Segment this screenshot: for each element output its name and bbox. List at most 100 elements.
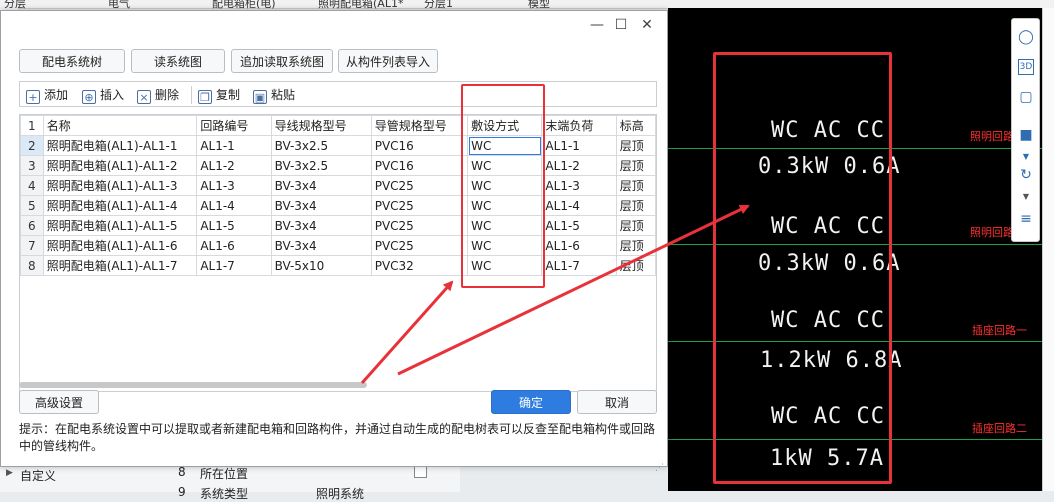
ok-button[interactable]: 确定 — [491, 390, 571, 414]
maximize-icon[interactable]: ☐ — [613, 17, 629, 33]
bg-row-num: 9 — [178, 485, 186, 499]
add-button[interactable]: + 添加 — [26, 86, 68, 104]
delete-icon: × — [137, 90, 151, 104]
insert-button[interactable]: ⊕ 插入 — [82, 86, 124, 104]
table-cell[interactable]: 层顶 — [615, 215, 656, 236]
chevron-down-icon[interactable]: ▼ — [1018, 149, 1034, 165]
copy-button[interactable]: ❐ 复制 — [198, 86, 240, 104]
bg-row-label: 所在位置 — [200, 467, 249, 481]
distribution-tree-button[interactable]: 配电系统树 — [19, 49, 125, 73]
table-horizontal-scrollbar[interactable] — [19, 382, 367, 388]
table-cell[interactable]: 照明配电箱(AL1)-AL1-6 — [42, 235, 198, 256]
table-cell[interactable]: BV-3x4 — [270, 215, 372, 236]
insert-icon: ⊕ — [82, 90, 96, 104]
column-header[interactable]: 回路编号 — [196, 115, 272, 136]
table-row[interactable]: 4 照明配电箱(AL1)-AL1-3 AL1-3 BV-3x4 PVC25 WC AL1-3… — [20, 175, 656, 196]
resize-grip-icon[interactable]: ⋰ — [655, 463, 665, 473]
hint-text: 提示：在配电系统设置中可以提取或者新建配电箱和回路构件，并通过自动生成的配电树表… — [19, 422, 656, 453]
table-cell[interactable]: AL1-6 — [196, 235, 272, 256]
row-number[interactable]: 3 — [20, 155, 44, 176]
column-header[interactable]: 名称 — [42, 115, 198, 136]
table-cell[interactable]: PVC25 — [370, 235, 469, 256]
table-cell[interactable]: AL1-1 — [196, 135, 272, 156]
table-cell[interactable]: AL1-3 — [541, 175, 617, 196]
table-cell[interactable]: 层顶 — [615, 135, 656, 156]
table-row[interactable]: 3 照明配电箱(AL1)-AL1-2 AL1-2 BV-3x2.5 PVC16 WC AL1… — [20, 155, 656, 176]
sphere-icon[interactable]: ◯ — [1018, 29, 1034, 45]
row-number[interactable]: 6 — [20, 215, 44, 236]
table-cell[interactable]: 照明配电箱(AL1)-AL1-5 — [42, 215, 198, 236]
table-cell[interactable]: AL1-6 — [541, 235, 617, 256]
table-cell[interactable]: AL1-4 — [541, 195, 617, 216]
rotate-icon[interactable]: ↻ — [1018, 167, 1034, 183]
table-cell[interactable]: AL1-2 — [541, 155, 617, 176]
table-cell[interactable]: 照明配电箱(AL1)-AL1-2 — [42, 155, 198, 176]
table-cell[interactable]: AL1-3 — [196, 175, 272, 196]
table-cell[interactable]: 照明配电箱(AL1)-AL1-1 — [42, 135, 198, 156]
table-cell[interactable]: PVC16 — [370, 135, 469, 156]
table-cell[interactable]: BV-3x4 — [270, 175, 372, 196]
chevron-down-icon[interactable]: ▼ — [1018, 189, 1034, 205]
table-cell[interactable]: AL1-7 — [196, 255, 272, 276]
table-cell[interactable]: BV-3x4 — [270, 195, 372, 216]
table-cell[interactable]: PVC16 — [370, 155, 469, 176]
minimize-icon[interactable]: — — [589, 17, 605, 33]
table-cell[interactable]: 照明配电箱(AL1)-AL1-4 — [42, 195, 198, 216]
bg-row-label: 系统类型 — [200, 487, 249, 501]
table-cell[interactable]: AL1-2 — [196, 155, 272, 176]
table-row[interactable]: 6 照明配电箱(AL1)-AL1-5 AL1-5 BV-3x4 PVC25 WC AL1-5… — [20, 215, 656, 236]
expand-arrow-icon[interactable]: ▶ — [6, 468, 13, 478]
read-system-diagram-button[interactable]: 读系统图 — [131, 49, 225, 73]
table-cell[interactable]: AL1-5 — [541, 215, 617, 236]
table-cell[interactable]: AL1-4 — [196, 195, 272, 216]
table-cell[interactable]: BV-3x2.5 — [270, 135, 372, 156]
table-cell[interactable]: PVC25 — [370, 175, 469, 196]
table-cell[interactable]: 层顶 — [615, 155, 656, 176]
row-number[interactable]: 5 — [20, 195, 44, 216]
row-number[interactable]: 4 — [20, 175, 44, 196]
table-cell[interactable]: 层顶 — [615, 195, 656, 216]
table-header-row: 1 名称 回路编号 导线规格型号 导管规格型号 敷设方式 末端负荷 标高 — [20, 115, 656, 136]
cancel-button[interactable]: 取消 — [577, 390, 657, 414]
table-cell[interactable]: BV-3x4 — [270, 235, 372, 256]
row-number[interactable]: 7 — [20, 235, 44, 256]
table-cell[interactable]: 层顶 — [615, 255, 656, 276]
table-cell[interactable]: 照明配电箱(AL1)-AL1-7 — [42, 255, 198, 276]
paste-button[interactable]: ▣ 粘贴 — [253, 86, 295, 104]
box-icon[interactable]: ▢ — [1018, 89, 1034, 105]
table-cell[interactable]: AL1-5 — [196, 215, 272, 236]
table-row[interactable]: 8 照明配电箱(AL1)-AL1-7 AL1-7 BV-5x10 PVC32 WC AL1-… — [20, 255, 656, 276]
table-cell[interactable]: 照明配电箱(AL1)-AL1-3 — [42, 175, 198, 196]
table-cell[interactable]: 层顶 — [615, 235, 656, 256]
table-cell[interactable]: AL1-1 — [541, 135, 617, 156]
table-cell[interactable]: BV-3x2.5 — [270, 155, 372, 176]
import-from-list-button[interactable]: 从构件列表导入 — [338, 49, 438, 73]
column-header[interactable]: 导线规格型号 — [270, 115, 372, 136]
list-icon[interactable]: ≡ — [1018, 211, 1034, 227]
table-cell[interactable]: 层顶 — [615, 175, 656, 196]
delete-button[interactable]: × 删除 — [137, 86, 179, 104]
table-row[interactable]: 5 照明配电箱(AL1)-AL1-4 AL1-4 BV-3x4 PVC25 WC AL1-4… — [20, 195, 656, 216]
row-number: 1 — [20, 115, 44, 136]
row-number[interactable]: 2 — [20, 135, 44, 156]
advanced-settings-button[interactable]: 高级设置 — [19, 390, 99, 414]
view-toolbar: ◯ 3D ▢ ■ ▼ ↻ ▼ ≡ — [1011, 18, 1040, 242]
column-header[interactable]: 导管规格型号 — [370, 115, 469, 136]
table-row[interactable]: 2 照明配电箱(AL1)-AL1-1 AL1-1 BV-3x2.5 PVC16 WC AL1… — [20, 135, 656, 156]
dialog-titlebar: — ☐ ✕ — [1, 11, 667, 41]
close-icon[interactable]: ✕ — [639, 17, 655, 33]
table-row[interactable]: 7 照明配电箱(AL1)-AL1-6 AL1-6 BV-3x4 PVC25 WC AL1-6… — [20, 235, 656, 256]
column-header[interactable]: 标高 — [615, 115, 656, 136]
copy-icon: ❐ — [198, 90, 212, 104]
row-number[interactable]: 8 — [20, 255, 44, 276]
table-cell[interactable]: PVC25 — [370, 215, 469, 236]
append-read-diagram-button[interactable]: 追加读取系统图 — [231, 49, 333, 73]
box-solid-icon[interactable]: ■ — [1018, 127, 1034, 143]
column-header[interactable]: 末端负荷 — [541, 115, 617, 136]
table-cell[interactable]: PVC25 — [370, 195, 469, 216]
table-cell[interactable]: AL1-7 — [541, 255, 617, 276]
table-cell[interactable]: BV-5x10 — [270, 255, 372, 276]
table-cell[interactable]: PVC32 — [370, 255, 469, 276]
bg-row-value: 照明系统 — [316, 487, 365, 501]
3d-view-icon[interactable]: 3D — [1018, 59, 1034, 75]
